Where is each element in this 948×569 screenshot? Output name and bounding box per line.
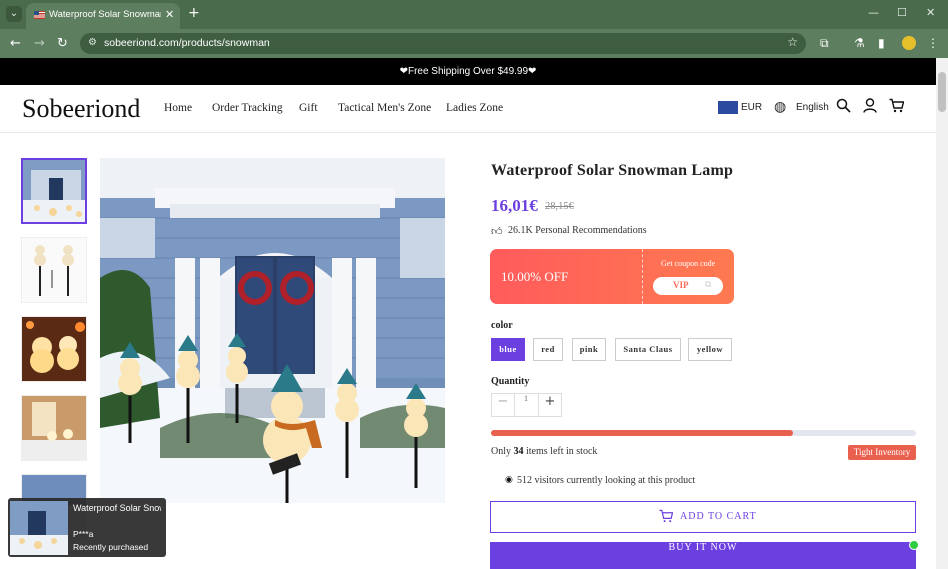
coupon-get-label: Get coupon code: [661, 259, 716, 268]
coupon-banner: 10.00% OFF Get coupon code VIP ⧉: [490, 249, 734, 304]
popup-buyer: P***a: [73, 529, 94, 539]
url-text[interactable]: sobeeriond.com/products/snowman: [104, 37, 270, 49]
browser-tab[interactable]: Waterproof Solar Snowman Lamp ✕: [26, 3, 180, 29]
gallery-thumb-2[interactable]: [21, 237, 87, 303]
stock-suffix: items left in stock: [526, 446, 598, 457]
nav-ladies-zone[interactable]: Ladies Zone: [446, 102, 503, 114]
visitors-text: 512 visitors currently looking at this p…: [517, 475, 696, 486]
currency-selector[interactable]: EUR: [741, 102, 762, 113]
labs-flask-icon[interactable]: ⚗: [854, 36, 865, 50]
quantity-label: Quantity: [491, 376, 530, 387]
popup-product-image: [10, 501, 68, 555]
address-bar[interactable]: ⚙ sobeeriond.com/products/snowman ☆: [80, 33, 806, 54]
add-to-cart-label: ADD TO CART: [680, 511, 757, 522]
web-page: ❤Free Shipping Over $49.99❤ Sobeeriond H…: [0, 58, 936, 569]
side-panel-icon[interactable]: ▮: [878, 36, 885, 50]
reload-icon[interactable]: ↻: [57, 36, 68, 51]
stock-count: 34: [513, 446, 524, 457]
status-dot-icon: [909, 540, 919, 550]
gallery-thumb-4[interactable]: [21, 395, 87, 461]
store-logo[interactable]: Sobeeriond: [22, 94, 140, 124]
maximize-icon[interactable]: ☐: [897, 6, 907, 19]
header-divider: [0, 132, 936, 133]
extensions-icon[interactable]: ⧉: [820, 36, 829, 51]
popup-product-title: Waterproof Solar Snowman Lamp: [73, 503, 161, 513]
product-price: 16,01€: [491, 196, 538, 215]
product-main-image[interactable]: [100, 158, 445, 503]
bookmark-star-icon[interactable]: ☆: [787, 35, 798, 49]
nav-tactical-mens-zone[interactable]: Tactical Men's Zone: [338, 102, 431, 114]
add-to-cart-button[interactable]: ADD TO CART: [490, 501, 916, 533]
color-option-yellow[interactable]: yellow: [688, 338, 732, 361]
scrollbar-thumb[interactable]: [938, 72, 946, 112]
tab-title: Waterproof Solar Snowman Lamp: [49, 9, 161, 20]
compare-price: 28,15€: [545, 201, 574, 212]
buy-it-now-button[interactable]: BUY IT NOW: [490, 542, 916, 569]
new-tab-button[interactable]: +: [188, 5, 200, 21]
page-scrollbar[interactable]: [936, 58, 948, 569]
quantity-increase-button[interactable]: +: [538, 393, 562, 417]
kebab-menu-icon[interactable]: ⋮: [927, 36, 939, 50]
nav-gift[interactable]: Gift: [299, 102, 318, 114]
recent-purchase-popup[interactable]: Waterproof Solar Snowman Lamp P***a Rece…: [8, 498, 166, 557]
stock-prefix: Only: [491, 446, 511, 457]
thumbs-up-icon: 👍︎: [491, 225, 503, 238]
search-icon[interactable]: [836, 98, 851, 117]
quantity-decrease-button[interactable]: −: [491, 393, 515, 417]
eye-icon: ◉: [505, 475, 513, 485]
color-option-red[interactable]: red: [533, 338, 563, 361]
forward-icon[interactable]: →: [34, 36, 45, 51]
profile-avatar[interactable]: [902, 36, 916, 50]
cart-icon: [659, 509, 674, 527]
tab-close-icon[interactable]: ✕: [165, 8, 174, 21]
language-selector[interactable]: English: [796, 102, 829, 113]
color-label: color: [491, 320, 513, 331]
browser-tab-strip: ⌄ Waterproof Solar Snowman Lamp ✕ + — ☐ …: [0, 0, 948, 29]
cart-icon[interactable]: [889, 98, 905, 117]
coupon-code-button[interactable]: VIP ⧉: [653, 277, 723, 295]
nav-home[interactable]: Home: [164, 102, 192, 114]
recommendations-text: 26.1K Personal Recommendations: [508, 225, 647, 236]
copy-icon[interactable]: ⧉: [705, 280, 711, 290]
window-close-icon[interactable]: ✕: [926, 6, 935, 19]
address-toolbar: ← → ↻ ⚙ sobeeriond.com/products/snowman …: [0, 29, 948, 58]
stock-text: Only 34 items left in stock: [491, 446, 597, 457]
gallery-thumb-3[interactable]: [21, 316, 87, 382]
color-option-blue[interactable]: blue: [491, 338, 525, 361]
quantity-value[interactable]: 1: [514, 393, 538, 417]
announcement-bar: ❤Free Shipping Over $49.99❤: [0, 58, 936, 85]
gallery-thumb-1[interactable]: [21, 158, 87, 224]
color-option-pink[interactable]: pink: [572, 338, 606, 361]
back-icon[interactable]: ←: [10, 36, 21, 51]
coupon-discount: 10.00% OFF: [501, 269, 569, 284]
product-title: Waterproof Solar Snowman Lamp: [491, 162, 734, 179]
stock-progress-bar: [491, 430, 916, 436]
tight-inventory-badge: Tight Inventory: [848, 445, 916, 460]
stock-progress-fill: [491, 430, 793, 436]
nav-order-tracking[interactable]: Order Tracking: [212, 102, 283, 114]
account-icon[interactable]: [863, 98, 877, 117]
site-info-icon[interactable]: ⚙: [88, 37, 97, 48]
tab-search-button[interactable]: ⌄: [6, 6, 22, 22]
minimize-icon[interactable]: —: [868, 6, 879, 19]
color-option-santa-claus[interactable]: Santa Claus: [615, 338, 681, 361]
coupon-code-text: VIP: [673, 280, 689, 290]
popup-subtitle: Recently purchased: [73, 542, 149, 552]
us-flag-icon: [34, 11, 45, 19]
coupon-divider: [642, 249, 643, 304]
eu-flag-icon[interactable]: [718, 101, 738, 114]
globe-icon[interactable]: ◍: [774, 99, 786, 115]
